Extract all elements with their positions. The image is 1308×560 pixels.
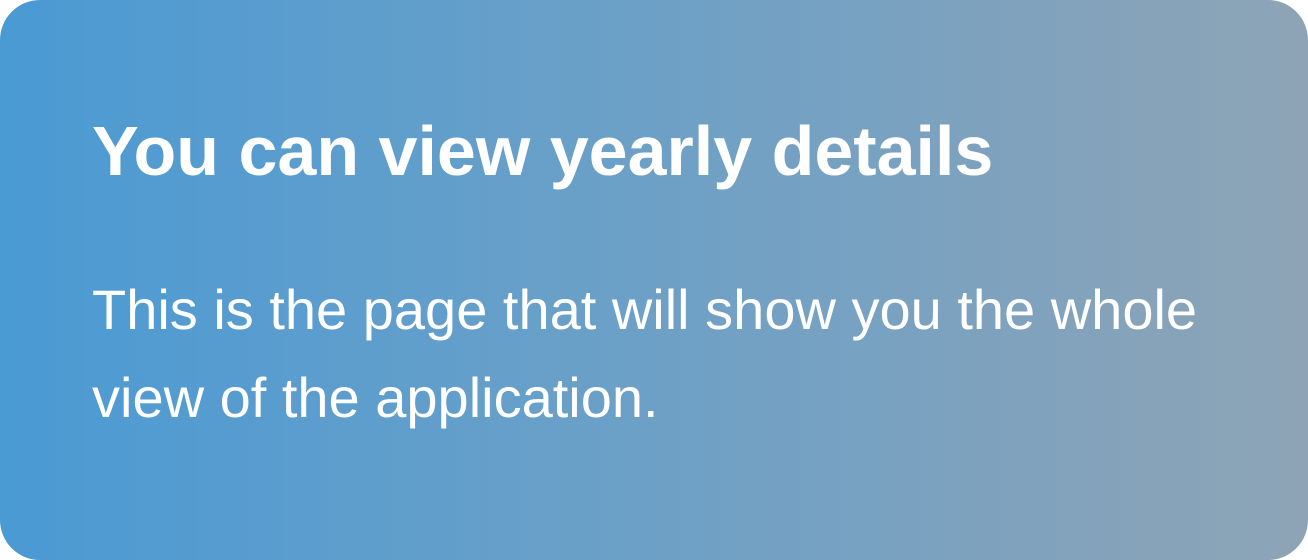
card-description: This is the page that will show you the … xyxy=(92,278,1198,429)
card-title: You can view yearly details xyxy=(92,112,994,190)
info-card: You can view yearly details This is the … xyxy=(0,0,1308,560)
